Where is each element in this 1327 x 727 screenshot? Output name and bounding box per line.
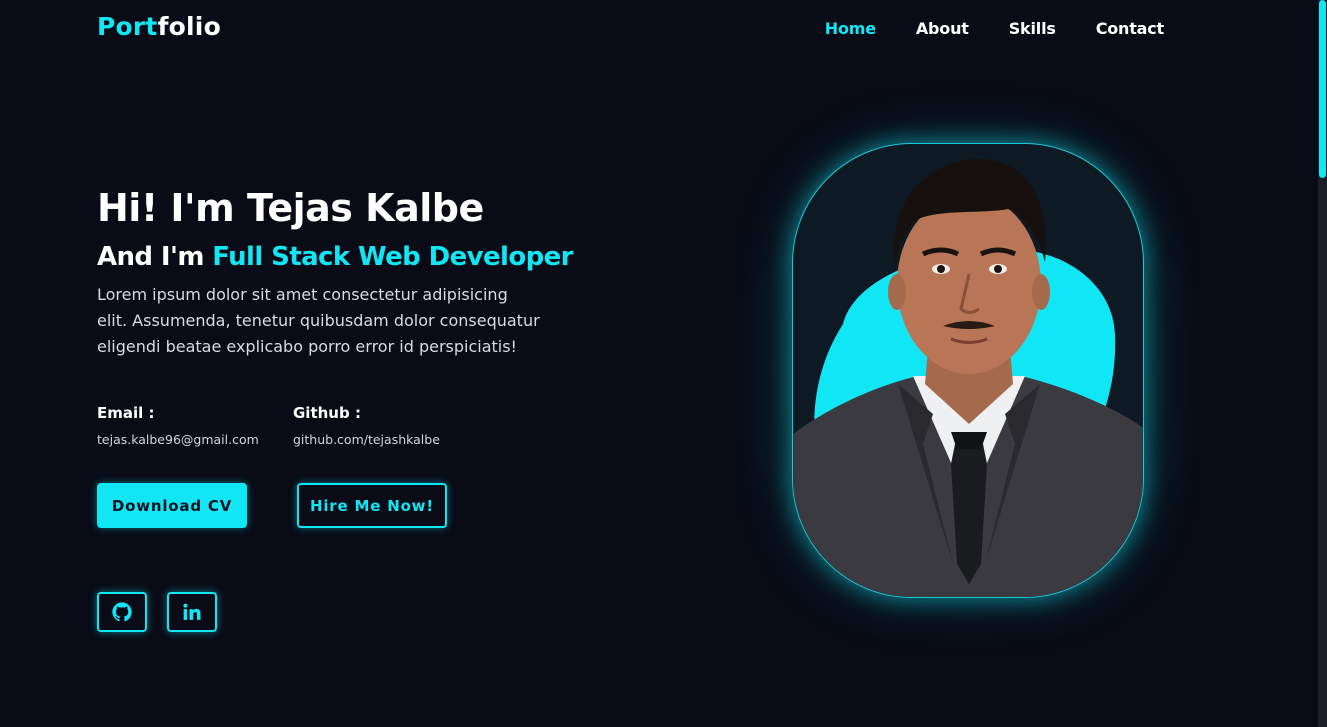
profile-photo (792, 143, 1144, 598)
download-cv-button[interactable]: Download CV (97, 483, 247, 528)
logo[interactable]: Portfolio (97, 12, 221, 41)
main-nav: Home About Skills Contact (785, 19, 1164, 38)
hero-subtitle: And I'm Full Stack Web Developer (97, 242, 573, 272)
hire-me-button[interactable]: Hire Me Now! (297, 483, 447, 528)
github-block: Github : github.com/tejashkalbe (293, 404, 440, 447)
nav-skills[interactable]: Skills (1009, 19, 1056, 38)
email-value: tejas.kalbe96@gmail.com (97, 432, 259, 447)
github-link[interactable] (97, 592, 147, 632)
logo-accent: Port (97, 12, 158, 41)
nav-about[interactable]: About (916, 19, 969, 38)
logo-rest: folio (157, 12, 221, 41)
scrollbar[interactable] (1318, 0, 1327, 727)
nav-home[interactable]: Home (825, 19, 876, 38)
github-label: Github : (293, 404, 361, 422)
github-icon (112, 602, 132, 622)
email-block: Email : tejas.kalbe96@gmail.com (97, 404, 259, 447)
hero-title: Hi! I'm Tejas Kalbe (97, 186, 484, 230)
linkedin-icon (183, 603, 201, 620)
hero-role: Full Stack Web Developer (212, 242, 573, 272)
nav-contact[interactable]: Contact (1096, 19, 1165, 38)
hero-description: Lorem ipsum dolor sit amet consectetur a… (97, 285, 540, 356)
email-label: Email : (97, 404, 155, 422)
portrait-illustration (793, 158, 1143, 597)
github-value: github.com/tejashkalbe (293, 432, 440, 447)
subtitle-prefix: And I'm (97, 242, 213, 272)
linkedin-link[interactable] (167, 592, 217, 632)
page: Portfolio Home About Skills Contact Hi! … (0, 0, 1327, 727)
scrollbar-thumb[interactable] (1319, 0, 1326, 178)
